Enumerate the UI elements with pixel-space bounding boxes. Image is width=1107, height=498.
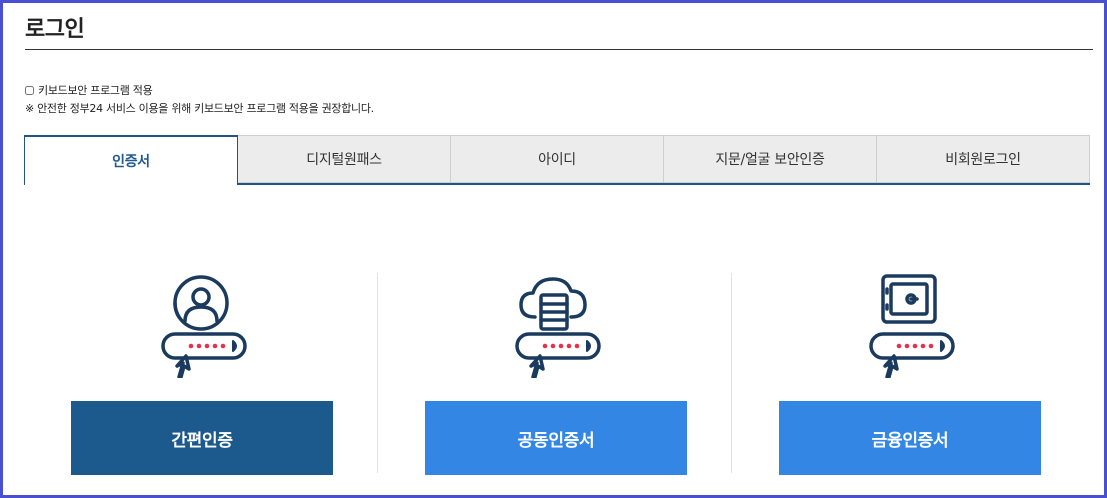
tab-certificate[interactable]: 인증서 [24,135,238,185]
person-key-icon [160,275,247,378]
simple-auth-button[interactable]: 간편인증 [71,401,333,475]
tab-non-member[interactable]: 비회원로그인 [877,135,1090,183]
tab-id[interactable]: 아이디 [451,135,664,183]
safe-key-icon [868,274,955,378]
tab-biometric[interactable]: 지문/얼굴 보안인증 [664,135,877,183]
keyboard-security-label: 키보드보안 프로그램 적용 [38,84,153,97]
title-divider [25,49,1093,50]
tab-digital-onepass[interactable]: 디지털원패스 [238,135,451,183]
page-title: 로그인 [25,17,85,42]
keyboard-security-notice: ※ 안전한 정부24 서비스 이용을 위해 키보드보안 프로그램 적용을 권장합… [25,102,374,115]
cloud-server-key-icon [514,277,601,378]
simple-auth-card: 간편인증 [24,273,377,475]
financial-certificate-card: 금융인증서 [732,273,1085,475]
financial-certificate-button[interactable]: 금융인증서 [779,401,1041,475]
joint-certificate-card: 공동인증서 [378,273,731,475]
auth-methods: 간편인증 공동인증서 금융인증서 [24,273,1090,475]
keyboard-security-checkbox[interactable] [25,85,34,95]
joint-certificate-button[interactable]: 공동인증서 [425,401,687,475]
login-tabs: 인증서 디지털원패스 아이디 지문/얼굴 보안인증 비회원로그인 [24,135,1090,185]
keyboard-security-option[interactable]: 키보드보안 프로그램 적용 [25,82,153,98]
